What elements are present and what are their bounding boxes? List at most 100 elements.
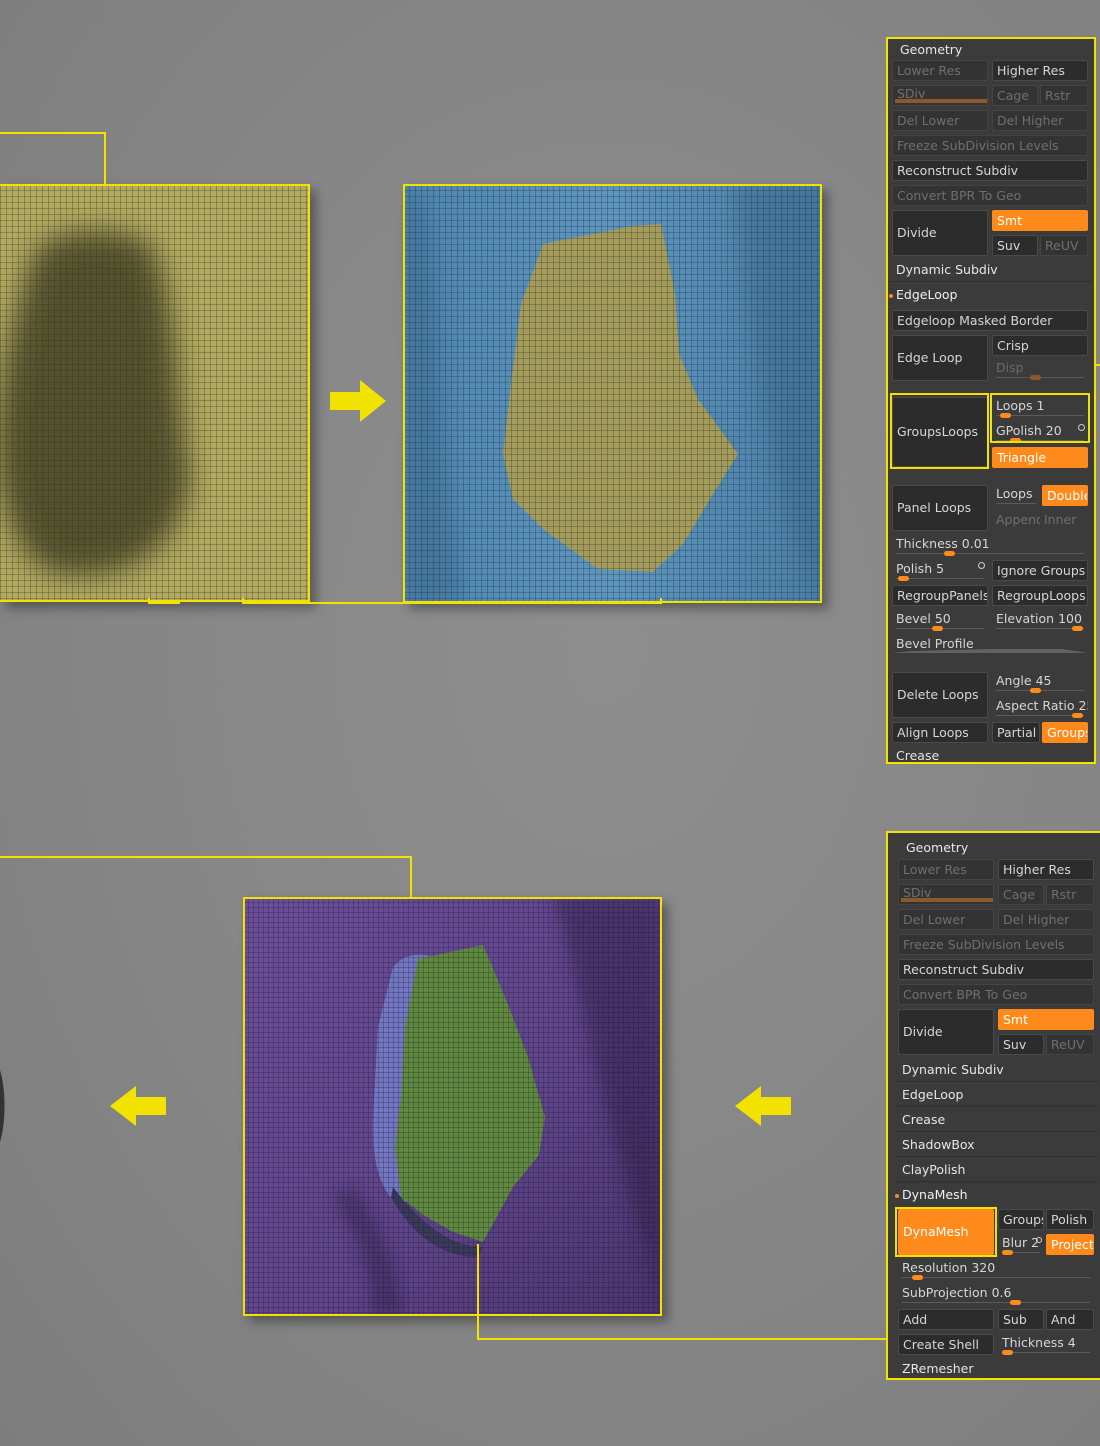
- connector-line: [148, 602, 180, 604]
- and-button[interactable]: And: [1046, 1309, 1094, 1330]
- smt-toggle[interactable]: Smt: [998, 1009, 1094, 1030]
- connector-line: [104, 132, 106, 186]
- subprojection-slider[interactable]: SubProjection 0.6: [898, 1284, 1094, 1305]
- groups-toggle[interactable]: Groups: [1042, 722, 1088, 743]
- disp-slider[interactable]: Disp: [992, 359, 1088, 380]
- groups-toggle[interactable]: Groups: [998, 1209, 1044, 1230]
- edgeloop-section[interactable]: EdgeLoop: [896, 1084, 1098, 1107]
- thickness-label: Thickness: [896, 536, 958, 551]
- reuv-button[interactable]: ReUV: [1046, 1034, 1094, 1055]
- append-toggle[interactable]: Append: [992, 510, 1040, 531]
- connector-line: [477, 1338, 895, 1340]
- add-button[interactable]: Add: [898, 1309, 994, 1330]
- elevation-value: 100: [1058, 611, 1082, 626]
- thickness-slider[interactable]: Thickness 0.01: [892, 535, 1088, 556]
- crisp-toggle[interactable]: Crisp: [992, 335, 1088, 356]
- connector-line: [242, 602, 662, 604]
- higher-res-button[interactable]: Higher Res: [992, 60, 1088, 81]
- blur-dial-icon[interactable]: [1036, 1237, 1042, 1243]
- del-higher-button[interactable]: Del Higher: [998, 909, 1094, 930]
- crease-section[interactable]: Crease: [890, 745, 939, 767]
- elevation-slider[interactable]: Elevation 100: [992, 610, 1088, 631]
- regroup-loops-toggle[interactable]: RegroupLoops: [992, 585, 1088, 606]
- shell-thickness-value: 4: [1067, 1335, 1076, 1350]
- crease-section[interactable]: Crease: [896, 1109, 1098, 1132]
- sdiv-slider[interactable]: SDiv: [898, 884, 994, 905]
- panel-loops-button[interactable]: Panel Loops: [892, 485, 988, 531]
- double-toggle[interactable]: Double: [1042, 485, 1088, 506]
- triangle-toggle[interactable]: Triangle: [992, 447, 1088, 468]
- reconstruct-subdiv-button[interactable]: Reconstruct Subdiv: [892, 160, 1088, 181]
- rstr-button[interactable]: Rstr: [1046, 884, 1094, 905]
- edgeloop-section[interactable]: EdgeLoop: [890, 284, 957, 306]
- reuv-button[interactable]: ReUV: [1040, 235, 1088, 256]
- partial-toggle[interactable]: Partial: [992, 722, 1040, 743]
- dynamic-subdiv-section[interactable]: Dynamic Subdiv: [896, 1059, 1098, 1082]
- panel-loops-slider[interactable]: Loops: [992, 485, 1040, 506]
- edge-loop-button[interactable]: Edge Loop: [892, 335, 988, 381]
- gpolish-dial-icon[interactable]: [1078, 424, 1085, 431]
- bevel-profile-graph: [892, 649, 1088, 653]
- suv-toggle[interactable]: Suv: [992, 235, 1038, 256]
- bevel-value: 50: [934, 611, 951, 626]
- project-toggle[interactable]: Project: [1046, 1234, 1094, 1255]
- subprojection-value: 0.6: [991, 1285, 1012, 1300]
- bevel-label: Bevel: [896, 611, 931, 626]
- lower-res-button[interactable]: Lower Res: [898, 859, 994, 880]
- loops-value: 1: [1036, 398, 1045, 413]
- shadowbox-section[interactable]: ShadowBox: [896, 1134, 1098, 1157]
- sub-button[interactable]: Sub: [998, 1309, 1044, 1330]
- lower-res-button[interactable]: Lower Res: [892, 60, 988, 81]
- aspect-ratio-value: 25: [1078, 698, 1088, 713]
- cage-button[interactable]: Cage: [992, 85, 1038, 106]
- del-lower-button[interactable]: Del Lower: [892, 110, 988, 131]
- claypolish-section[interactable]: ClayPolish: [896, 1159, 1098, 1182]
- shell-thickness-slider[interactable]: Thickness 4: [998, 1334, 1094, 1355]
- ignore-groups-toggle[interactable]: Ignore Groups: [992, 560, 1088, 581]
- yellow-mesh-render: [0, 184, 310, 602]
- higher-res-button[interactable]: Higher Res: [998, 859, 1094, 880]
- gpolish-slider[interactable]: GPolish 20: [992, 422, 1088, 443]
- geometry-panel-dynamesh: Geometry Lower Res Higher Res SDiv Cage …: [886, 831, 1100, 1380]
- dynamic-subdiv-section[interactable]: Dynamic Subdiv: [890, 259, 1092, 282]
- align-loops-button[interactable]: Align Loops: [892, 722, 988, 743]
- reconstruct-subdiv-button[interactable]: Reconstruct Subdiv: [898, 959, 1094, 980]
- regroup-panels-toggle[interactable]: RegroupPanels: [892, 585, 988, 606]
- angle-value: 45: [1035, 673, 1052, 688]
- dynamesh-button[interactable]: DynaMesh: [898, 1209, 994, 1255]
- subprojection-label: SubProjection: [902, 1285, 988, 1300]
- create-shell-button[interactable]: Create Shell: [898, 1334, 994, 1355]
- shell-thickness-label: Thickness: [1002, 1335, 1064, 1350]
- resolution-slider[interactable]: Resolution 320: [898, 1259, 1094, 1280]
- rstr-button[interactable]: Rstr: [1040, 85, 1088, 106]
- delete-loops-button[interactable]: Delete Loops: [892, 672, 988, 718]
- edgeloop-masked-border-button[interactable]: Edgeloop Masked Border: [892, 310, 1088, 331]
- zremesher-section[interactable]: ZRemesher: [896, 1358, 974, 1380]
- freeze-subdivision-button[interactable]: Freeze SubDivision Levels: [898, 934, 1094, 955]
- mesh-viewport-dynamesh: [243, 897, 662, 1316]
- polish-toggle[interactable]: Polish: [1046, 1209, 1094, 1230]
- divide-button[interactable]: Divide: [898, 1009, 994, 1055]
- suv-toggle[interactable]: Suv: [998, 1034, 1044, 1055]
- del-lower-button[interactable]: Del Lower: [898, 909, 994, 930]
- polish-dial-icon[interactable]: [978, 562, 985, 569]
- aspect-ratio-slider[interactable]: Aspect Ratio 25: [992, 697, 1088, 718]
- convert-bpr-button[interactable]: Convert BPR To Geo: [898, 984, 1094, 1005]
- polish-slider[interactable]: Polish 5: [892, 560, 988, 581]
- groups-loops-button[interactable]: GroupsLoops: [892, 397, 988, 467]
- del-higher-button[interactable]: Del Higher: [992, 110, 1088, 131]
- divide-button[interactable]: Divide: [892, 210, 988, 256]
- cage-button[interactable]: Cage: [998, 884, 1044, 905]
- sdiv-slider[interactable]: SDiv: [892, 85, 988, 106]
- mesh-viewport-before: [0, 184, 310, 602]
- convert-bpr-button[interactable]: Convert BPR To Geo: [892, 185, 1088, 206]
- smt-toggle[interactable]: Smt: [992, 210, 1088, 231]
- freeze-subdivision-button[interactable]: Freeze SubDivision Levels: [892, 135, 1088, 156]
- arrow-left-icon: [110, 1086, 166, 1126]
- inner-toggle[interactable]: Inner: [1040, 510, 1088, 531]
- elevation-label: Elevation: [996, 611, 1055, 626]
- loops-slider[interactable]: Loops 1: [992, 397, 1088, 418]
- angle-slider[interactable]: Angle 45: [992, 672, 1088, 693]
- dynamesh-section[interactable]: DynaMesh: [896, 1184, 968, 1206]
- bevel-slider[interactable]: Bevel 50: [892, 610, 988, 631]
